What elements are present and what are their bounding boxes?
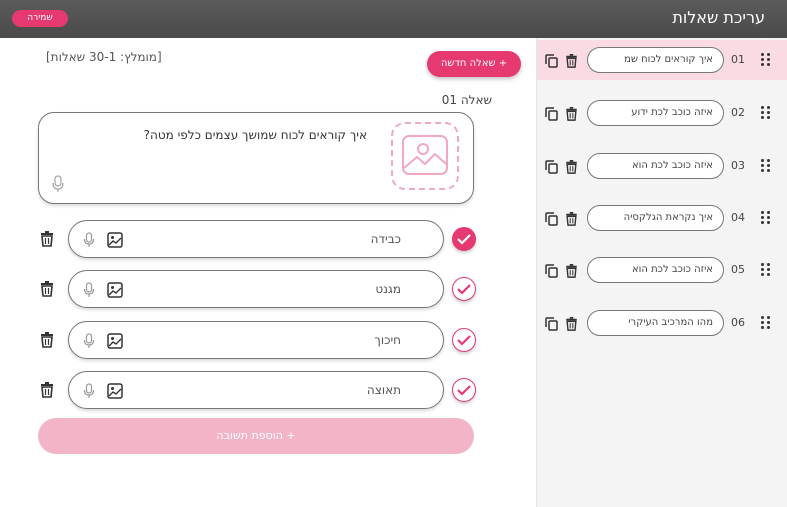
image-icon[interactable] bbox=[107, 232, 123, 252]
delete-question-icon[interactable] bbox=[565, 211, 578, 230]
question-number: 01 bbox=[731, 53, 745, 66]
delete-answer-icon[interactable] bbox=[40, 231, 54, 251]
image-icon[interactable] bbox=[107, 383, 123, 403]
answer-text: מגנט bbox=[375, 282, 401, 296]
question-number: 06 bbox=[731, 316, 745, 329]
question-number: 02 bbox=[731, 106, 745, 119]
question-title-pill: מהו המרכיב העיקרי bbox=[587, 310, 724, 336]
question-title-pill: איזה כוכב לכת ידוע bbox=[587, 100, 724, 126]
answer-field[interactable]: תאוצה bbox=[68, 371, 444, 409]
question-title-pill: איזה כוכב לכת הוא bbox=[587, 153, 724, 179]
delete-answer-icon[interactable] bbox=[40, 382, 54, 402]
answer-field[interactable]: חיכוך bbox=[68, 321, 444, 359]
question-title-pill: איך נקראת הגלקסיה bbox=[587, 205, 724, 231]
question-list-item[interactable]: מהו המרכיב העיקרי 06 bbox=[537, 303, 787, 343]
answer-field[interactable]: כבידה bbox=[68, 220, 444, 258]
microphone-icon[interactable] bbox=[83, 333, 95, 353]
answer-text: כבידה bbox=[370, 232, 401, 246]
answer-row: תאוצה bbox=[36, 371, 476, 409]
question-text-field[interactable]: איך קוראים לכוח שמושך עצמים כלפי מטה? bbox=[38, 112, 474, 204]
question-list-sidebar: איך קוראים לכוח שמ 01 איזה כוכב לכת ידוע… bbox=[536, 38, 787, 507]
image-icon[interactable] bbox=[107, 282, 123, 302]
answer-field[interactable]: מגנט bbox=[68, 270, 444, 308]
drag-handle-icon[interactable] bbox=[761, 159, 771, 173]
question-number: 04 bbox=[731, 211, 745, 224]
delete-answer-icon[interactable] bbox=[40, 332, 54, 352]
drag-handle-icon[interactable] bbox=[761, 316, 771, 330]
drag-handle-icon[interactable] bbox=[761, 53, 771, 67]
image-icon bbox=[402, 135, 448, 175]
answer-row: חיכוך bbox=[36, 321, 476, 359]
question-list-item[interactable]: איזה כוכב לכת הוא 05 bbox=[537, 250, 787, 290]
question-title-pill: איזה כוכב לכת הוא bbox=[587, 257, 724, 283]
copy-icon[interactable] bbox=[545, 316, 558, 335]
copy-icon[interactable] bbox=[545, 53, 558, 72]
delete-answer-icon[interactable] bbox=[40, 281, 54, 301]
answer-row: כבידה bbox=[36, 220, 476, 258]
answer-text: תאוצה bbox=[366, 383, 401, 397]
correct-answer-toggle[interactable] bbox=[452, 277, 476, 301]
delete-question-icon[interactable] bbox=[565, 106, 578, 125]
new-question-button[interactable]: + שאלה חדשה bbox=[427, 51, 521, 77]
delete-question-icon[interactable] bbox=[565, 159, 578, 178]
copy-icon[interactable] bbox=[545, 106, 558, 125]
add-image-placeholder[interactable] bbox=[391, 122, 459, 190]
question-list-item[interactable]: איזה כוכב לכת הוא 03 bbox=[537, 146, 787, 186]
delete-question-icon[interactable] bbox=[565, 263, 578, 282]
answer-row: מגנט bbox=[36, 270, 476, 308]
copy-icon[interactable] bbox=[545, 211, 558, 230]
microphone-icon[interactable] bbox=[83, 383, 95, 403]
microphone-icon[interactable] bbox=[51, 175, 65, 197]
question-list-item[interactable]: איזה כוכב לכת ידוע 02 bbox=[537, 93, 787, 133]
image-icon[interactable] bbox=[107, 333, 123, 353]
copy-icon[interactable] bbox=[545, 159, 558, 178]
drag-handle-icon[interactable] bbox=[761, 106, 771, 120]
drag-handle-icon[interactable] bbox=[761, 211, 771, 225]
microphone-icon[interactable] bbox=[83, 232, 95, 252]
answer-text: חיכוך bbox=[374, 333, 401, 347]
question-number: 05 bbox=[731, 263, 745, 276]
question-number-label: שאלה 01 bbox=[441, 93, 492, 107]
correct-answer-toggle[interactable] bbox=[452, 378, 476, 402]
drag-handle-icon[interactable] bbox=[761, 263, 771, 277]
correct-answer-toggle[interactable] bbox=[452, 227, 476, 251]
top-bar: שמירה עריכת שאלות bbox=[0, 0, 787, 38]
question-title-pill: איך קוראים לכוח שמ bbox=[587, 47, 724, 73]
question-number: 03 bbox=[731, 159, 745, 172]
correct-answer-toggle[interactable] bbox=[452, 328, 476, 352]
question-text: איך קוראים לכוח שמושך עצמים כלפי מטה? bbox=[143, 128, 367, 142]
question-count-hint: [מומלץ: 30-1 שאלות] bbox=[46, 50, 162, 64]
save-button[interactable]: שמירה bbox=[12, 10, 68, 27]
delete-question-icon[interactable] bbox=[565, 53, 578, 72]
delete-question-icon[interactable] bbox=[565, 316, 578, 335]
copy-icon[interactable] bbox=[545, 263, 558, 282]
add-answer-button[interactable]: + הוספת תשובה bbox=[38, 418, 474, 454]
microphone-icon[interactable] bbox=[83, 282, 95, 302]
page-title: עריכת שאלות bbox=[672, 8, 765, 27]
question-list-item[interactable]: איך קוראים לכוח שמ 01 bbox=[537, 40, 787, 80]
question-list-item[interactable]: איך נקראת הגלקסיה 04 bbox=[537, 198, 787, 238]
